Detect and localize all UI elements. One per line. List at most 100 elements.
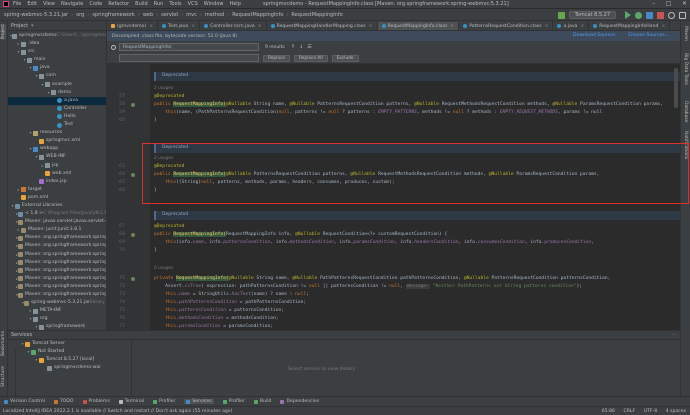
filter-icon[interactable]: ☰ <box>307 44 311 50</box>
tree-item[interactable]: ▸ target <box>8 186 106 194</box>
editor-tab[interactable]: RequestMappingInfo.class × <box>377 22 460 30</box>
menu-item-vcs[interactable]: VCS <box>188 1 198 7</box>
tree-item[interactable]: ▸ < 1.8 > C:\Program Files\Java\jdk1.8.0 <box>8 210 106 218</box>
editor-tab[interactable]: Controller.ncm.java × <box>200 21 267 30</box>
breadcrumb-item[interactable]: RequestMappingInfo <box>291 12 342 18</box>
maximize-icon[interactable]: □ <box>666 0 672 7</box>
minimize-icon[interactable]: – <box>652 0 655 7</box>
editor-tab[interactable]: PatternsRequestCondition.class × <box>459 21 554 30</box>
bookmarks-tool-button[interactable]: Bookmarks <box>1 331 6 356</box>
maven-tool-button[interactable]: Maven <box>683 26 688 41</box>
tree-item[interactable]: ▸Maven: org.springframework:spring-conte… <box>8 251 106 259</box>
editor-tab[interactable]: Test.java × <box>158 21 201 30</box>
breadcrumb-item[interactable]: method <box>205 12 224 18</box>
tool-tab-version-control[interactable]: Version Control <box>4 399 45 404</box>
tree-item[interactable]: Hello <box>8 113 106 121</box>
exclude-button[interactable]: Exclude <box>331 54 359 62</box>
file-encoding[interactable]: UTF-8 <box>644 409 657 414</box>
tree-item[interactable]: ▸ Maven: org.springframework:spring-jcl <box>8 275 106 283</box>
tree-item[interactable]: ▸Maven: org.springframework:spring-beans <box>8 242 106 250</box>
close-icon[interactable]: ✕ <box>682 0 687 7</box>
breadcrumb-item[interactable]: springframework <box>92 12 135 18</box>
run-icon[interactable] <box>625 11 631 19</box>
choose-sources-link[interactable]: Choose Sources... <box>628 33 669 38</box>
replace-input[interactable] <box>119 54 259 62</box>
breadcrumb-item[interactable]: RequestMappingInfo <box>232 12 283 18</box>
menu-item-tools[interactable]: Tools <box>169 1 181 7</box>
menu-item-file[interactable]: File <box>13 1 21 7</box>
replace-all-button[interactable]: Replace All <box>294 54 328 62</box>
project-tool-button[interactable]: Project <box>1 24 6 40</box>
breadcrumb-item[interactable]: org <box>76 12 84 18</box>
tree-item[interactable]: ▾ java <box>8 64 106 72</box>
service-item[interactable]: ▾ Tomcat 8.5.27 [local] <box>8 356 131 364</box>
tree-item[interactable]: ▾ webapp <box>8 145 106 153</box>
tool-tab-todo[interactable]: TODO <box>53 399 74 404</box>
tree-item[interactable]: ▸ jsp <box>8 162 106 170</box>
debug-icon[interactable] <box>635 11 642 19</box>
close-tab-icon[interactable]: × <box>149 24 153 29</box>
project-panel-title[interactable]: Project <box>11 23 28 29</box>
tree-item[interactable]: ▾ main <box>8 56 106 64</box>
tree-item[interactable]: a.java <box>8 96 106 105</box>
close-tab-icon[interactable]: × <box>369 24 373 29</box>
tree-item[interactable]: ▸ Maven: javax.servlet:javax.servlet-api <box>8 218 106 226</box>
tree-item[interactable]: ▾ demo <box>8 89 106 97</box>
minimize-panel-icon[interactable]: – <box>673 332 676 338</box>
line-separator[interactable]: CRLF <box>624 409 636 414</box>
caret-position[interactable]: 65:86 <box>602 409 615 414</box>
tool-tab-build[interactable]: Build <box>253 399 271 404</box>
breadcrumb-item[interactable]: web <box>143 12 153 18</box>
menu-item-build[interactable]: Build <box>135 1 148 7</box>
search-icon[interactable] <box>668 11 675 19</box>
tree-item[interactable]: pom.xml <box>8 194 106 202</box>
editor-scrollbar[interactable] <box>674 68 678 108</box>
tool-tab-terminal[interactable]: Terminal <box>118 399 144 404</box>
override-gutter-icon[interactable] <box>131 233 135 237</box>
replace-button[interactable]: Replace <box>263 54 290 62</box>
previous-occurrence-icon[interactable]: ↑ <box>291 44 295 50</box>
tree-item[interactable]: ▾ springframework <box>8 323 106 330</box>
tool-tab-services[interactable]: Services <box>184 399 214 404</box>
menu-item-run[interactable]: Run <box>154 1 164 7</box>
tree-item[interactable]: ▾ WEB-INF <box>8 153 106 161</box>
tree-item[interactable]: ▾springmvcdemo C:\Users\...\springmvcdem… <box>8 32 106 40</box>
tree-item[interactable]: ▾ External Libraries <box>8 202 106 210</box>
hammer-icon[interactable] <box>557 11 565 19</box>
close-tab-icon[interactable]: × <box>580 24 584 29</box>
services-title[interactable]: Services <box>11 332 32 338</box>
settings-icon[interactable] <box>679 11 686 19</box>
breadcrumb-item[interactable]: mvc <box>186 12 197 18</box>
tree-item[interactable]: ▸Maven: org.springframework:spring-core <box>8 259 106 267</box>
service-item[interactable]: springmvcdemo:war <box>8 364 131 372</box>
close-tab-icon[interactable]: × <box>545 24 549 29</box>
download-sources-link[interactable]: Download Sources <box>573 33 615 38</box>
override-gutter-icon[interactable] <box>131 277 135 281</box>
tree-item[interactable]: ▸ Maven: junit:junit:3.8.1 <box>8 226 106 234</box>
structure-tool-button[interactable]: Structure <box>1 366 6 387</box>
coverage-icon[interactable] <box>646 11 653 19</box>
tree-item[interactable]: ▸ META-INF <box>8 307 106 315</box>
editor-tab[interactable]: (gmvcdemo) × <box>107 21 159 30</box>
tree-item[interactable]: ▾ org <box>8 315 106 323</box>
override-gutter-icon[interactable] <box>131 173 135 177</box>
menu-item-window[interactable]: Window <box>204 1 224 7</box>
indent-setting[interactable]: 4 spaces <box>666 409 686 414</box>
run-configuration-select[interactable]: Tomcat 8.5.27 <box>568 11 616 19</box>
menu-item-view[interactable]: View <box>43 1 55 7</box>
menu-item-help[interactable]: Help <box>229 1 240 7</box>
tree-item[interactable]: ▾ com <box>8 72 106 80</box>
chevron-down-icon[interactable]: ▾ <box>31 23 34 29</box>
menu-item-navigate[interactable]: Navigate <box>61 1 83 7</box>
tree-item[interactable]: web.xml <box>8 170 106 178</box>
tree-item[interactable]: ▾ resources <box>8 129 106 137</box>
tree-item[interactable]: ▾spring-webmvc-5.3.21.jar library root <box>8 299 106 307</box>
breadcrumb-item[interactable]: spring-webmvc-5.3.21.jar <box>4 12 68 18</box>
tool-tab-problems[interactable]: Problems <box>82 399 110 404</box>
tool-tab-dependencies[interactable]: Dependencies <box>280 399 319 404</box>
tree-item[interactable]: ▾ example <box>8 81 106 89</box>
tree-item[interactable]: Test <box>8 121 106 129</box>
service-item[interactable]: ▾ Tomcat Server <box>8 340 131 348</box>
status-message[interactable]: Localized IntelliJ IDEA 2022.2.1 is avai… <box>3 409 232 414</box>
menu-item-refactor[interactable]: Refactor <box>108 1 129 7</box>
